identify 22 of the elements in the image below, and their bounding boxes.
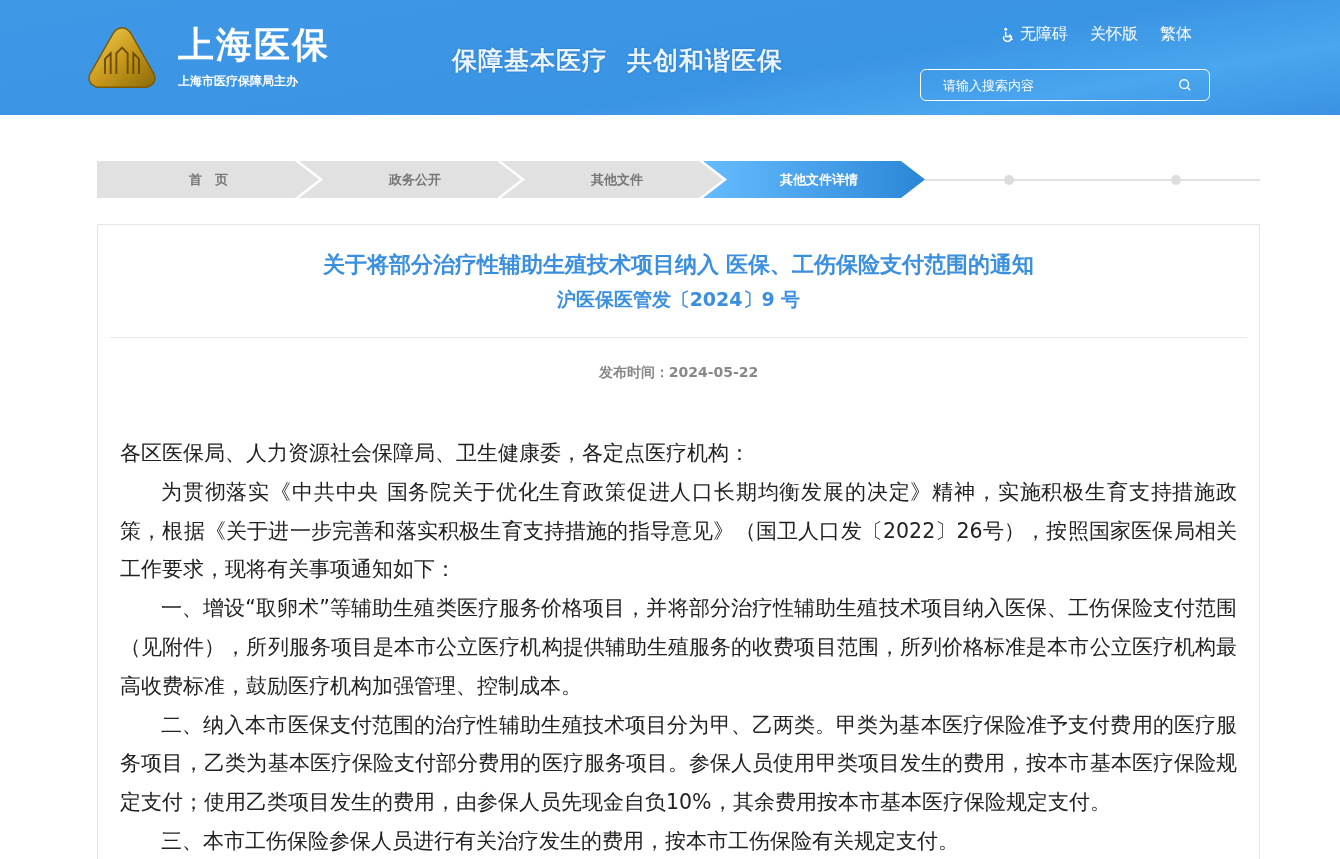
breadcrumb-item[interactable]: 其他文件详情 <box>703 161 925 198</box>
paragraph: 二、纳入本市医保支付范围的治疗性辅助生殖技术项目分为甲、乙两类。甲类为基本医疗保险准予支付费用的医疗服务项目，乙类为基本医疗保险支付部分费用的医疗服务项目。参保人员使用甲类项目发生的费用，按本市基本医疗保险规定支付；使用乙类项目发生的费用，由参保人员先现金自负10%，其余费用按本市基本医疗保险规定支付。 <box>120 711 1237 817</box>
paragraph: 三、本市工伤保险参保人员进行有关治疗发生的费用，按本市工伤保险有关规定支付。 <box>160 827 960 855</box>
header-link[interactable]: 繁体 <box>1160 24 1192 45</box>
header-link[interactable]: 无障碍 <box>1001 24 1068 45</box>
breadcrumb-item[interactable]: 政务公开 <box>299 161 521 198</box>
paragraph: 为贯彻落实《中共中央 国务院关于优化生育政策促进人口长期均衡发展的决定》精神，实施积极生育支持措施政策，根据《关于进一步完善和落实积极生育支持措施的指导意见》（国卫人口发〔2022〕26号），按照国家医保局相关工作要求，现将有关事项通知如下： <box>120 478 1237 584</box>
slogan: 保障基本医疗 共创和谐医保 <box>452 44 784 77</box>
site-subtitle: 上海市医疗保障局主办 <box>178 73 299 90</box>
article-title: 关于将部分治疗性辅助生殖技术项目纳入 医保、工伤保险支付范围的通知 <box>321 251 1036 279</box>
emblem-logo <box>86 24 158 91</box>
publish-date: 发布时间：2024-05-22 <box>597 364 760 382</box>
site-name: 上海医保 <box>178 25 330 65</box>
breadcrumb-item[interactable]: 其他文件 <box>501 161 723 198</box>
paragraph: 一、增设“取卵术”等辅助生殖类医疗服务价格项目，并将部分治疗性辅助生殖技术项目纳入医保、工伤保险支付范围（见附件），所列服务项目是本市公立医疗机构提供辅助生殖服务的收费项目范围，所列价格标准是本市公立医疗机构最高收费标准，鼓励医疗机构加强管理、控制成本。 <box>120 595 1237 700</box>
header-link[interactable]: 关怀版 <box>1090 24 1138 45</box>
search-icon[interactable] <box>1178 78 1192 92</box>
breadcrumb-item[interactable]: 首 页 <box>97 161 319 198</box>
document-number: 沪医保医管发〔2024〕9 号 <box>555 287 802 312</box>
paragraph: 各区医保局、人力资源社会保障局、卫生健康委，各定点医疗机构： <box>120 440 751 467</box>
search-field[interactable]: 请输入搜索内容 <box>920 69 1210 101</box>
wheelchair-icon <box>1001 27 1016 42</box>
